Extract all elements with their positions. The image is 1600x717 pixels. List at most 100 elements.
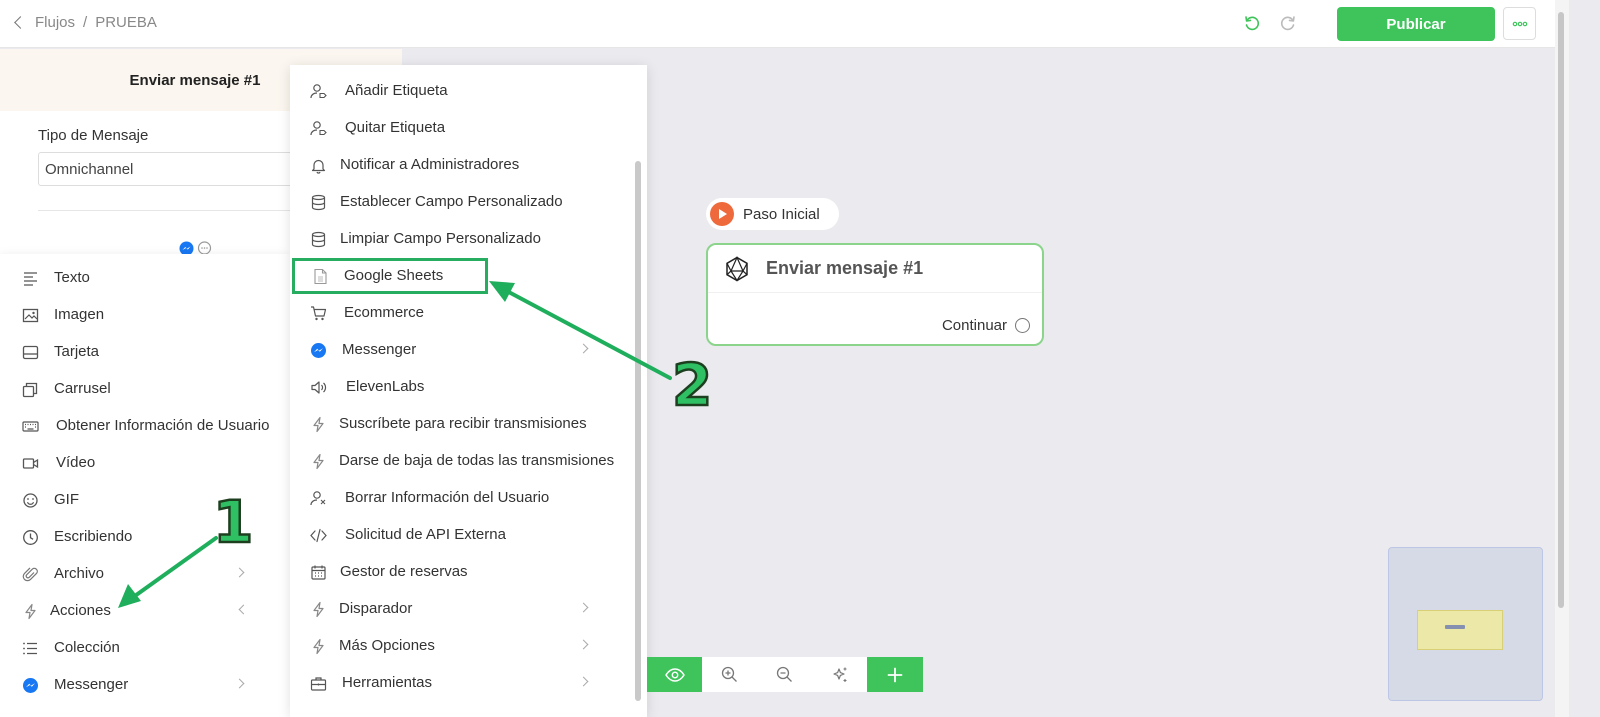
menu-item-coleccion[interactable]: Colección	[0, 630, 290, 666]
user-tag-icon	[310, 84, 327, 99]
toolbox-icon	[310, 677, 327, 691]
zoom-out-icon	[776, 666, 792, 682]
menu-item-label: Escribiendo	[54, 528, 133, 545]
action-disparador[interactable]: Disparador	[290, 591, 630, 627]
publish-button[interactable]: Publicar	[1337, 7, 1495, 41]
action-solicitud-api[interactable]: Solicitud de API Externa	[290, 517, 630, 553]
action-herramientas[interactable]: Herramientas	[290, 665, 630, 701]
menu-item-video[interactable]: Vídeo	[0, 445, 290, 481]
action-gestor-reservas[interactable]: Gestor de reservas	[290, 554, 630, 590]
keyboard-icon	[22, 421, 39, 432]
menu-item-label: Carrusel	[54, 380, 111, 397]
send-message-node[interactable]: Enviar mensaje #1 Continuar	[706, 243, 1044, 346]
menu-item-label: Tarjeta	[54, 343, 100, 360]
action-mas-opciones[interactable]: Más Opciones	[290, 628, 630, 664]
breadcrumb-flows-link[interactable]: Flujos	[35, 14, 75, 31]
menu-item-archivo[interactable]: Archivo	[0, 556, 290, 592]
image-icon	[22, 308, 39, 323]
action-quitar-etiqueta[interactable]: Quitar Etiqueta	[290, 110, 630, 146]
annotation-step-2: 2	[671, 351, 714, 419]
action-label: Limpiar Campo Personalizado	[340, 230, 541, 247]
action-notificar-administradores[interactable]: Notificar a Administradores	[290, 147, 630, 183]
auto-arrange-button[interactable]	[812, 657, 867, 692]
chevron-right-icon	[578, 343, 589, 354]
database-icon	[311, 194, 326, 211]
carousel-icon	[22, 382, 38, 398]
action-darse-de-baja[interactable]: Darse de baja de todas las transmisiones	[290, 443, 630, 479]
user-remove-icon	[310, 491, 326, 506]
zoom-in-button[interactable]	[702, 657, 757, 692]
text-lines-icon	[24, 272, 37, 286]
bell-icon	[311, 159, 326, 174]
action-messenger[interactable]: Messenger	[290, 332, 630, 368]
action-anadir-etiqueta[interactable]: Añadir Etiqueta	[290, 73, 630, 109]
chevron-left-icon[interactable]	[14, 16, 27, 29]
action-label: Borrar Información del Usuario	[345, 489, 550, 506]
start-step-pill[interactable]: Paso Inicial	[706, 198, 839, 230]
code-icon	[310, 528, 327, 543]
page-scrollbar-thumb[interactable]	[1558, 12, 1564, 608]
menu-item-label: Texto	[54, 269, 90, 286]
content-type-menu: Texto Imagen Tarjeta Carrusel Obtener In…	[0, 254, 290, 717]
calendar-icon	[311, 565, 326, 580]
canvas-toolbar	[647, 657, 923, 692]
more-options-button[interactable]	[1503, 7, 1536, 40]
list-icon	[23, 642, 37, 655]
menu-item-label: Colección	[54, 639, 120, 656]
eye-icon	[664, 667, 685, 682]
minimap[interactable]	[1388, 547, 1543, 701]
action-elevenlabs[interactable]: ElevenLabs	[290, 369, 630, 405]
menu-item-label: Imagen	[54, 306, 105, 323]
chevron-right-icon	[578, 639, 589, 650]
action-ecommerce[interactable]: Ecommerce	[290, 295, 630, 331]
action-label: Messenger	[342, 341, 417, 358]
preview-button[interactable]	[647, 657, 702, 692]
page-scrollbar[interactable]	[1555, 0, 1569, 717]
action-suscribete[interactable]: Suscríbete para recibir transmisiones	[290, 406, 630, 442]
action-borrar-informacion[interactable]: Borrar Información del Usuario	[290, 480, 630, 516]
action-label: Quitar Etiqueta	[345, 119, 446, 136]
output-port[interactable]	[1015, 318, 1030, 333]
cart-icon	[311, 306, 327, 321]
menu-item-imagen[interactable]: Imagen	[0, 297, 290, 333]
lightning-icon	[25, 603, 36, 620]
action-establecer-campo[interactable]: Establecer Campo Personalizado	[290, 184, 630, 220]
lightning-icon	[313, 416, 324, 433]
action-label: Herramientas	[342, 674, 433, 691]
menu-item-tarjeta[interactable]: Tarjeta	[0, 334, 290, 370]
action-google-sheets[interactable]: Google Sheets	[292, 258, 488, 294]
top-bar: Flujos / PRUEBA Publicar	[0, 0, 1555, 48]
breadcrumb-separator: /	[83, 14, 88, 31]
user-tag-icon	[310, 121, 327, 136]
zoom-out-button[interactable]	[757, 657, 812, 692]
chevron-right-icon	[578, 676, 589, 687]
message-type-label: Tipo de Mensaje	[38, 127, 149, 144]
continue-label: Continuar	[941, 317, 1007, 334]
menu-item-acciones[interactable]: Acciones	[0, 593, 290, 629]
node-title: Enviar mensaje #1	[766, 258, 924, 278]
menu-item-messenger[interactable]: Messenger	[0, 667, 290, 703]
action-label: Google Sheets	[344, 267, 444, 284]
action-label: Ecommerce	[344, 304, 425, 321]
zoom-in-icon	[721, 666, 737, 682]
messenger-icon	[23, 678, 38, 693]
action-label: Establecer Campo Personalizado	[340, 193, 563, 210]
video-icon	[22, 458, 39, 469]
menu-item-texto[interactable]: Texto	[0, 260, 290, 296]
undo-redo-group	[1242, 13, 1298, 33]
chevron-right-icon	[578, 602, 589, 613]
menu-item-carrusel[interactable]: Carrusel	[0, 371, 290, 407]
action-label: Suscríbete para recibir transmisiones	[339, 415, 587, 432]
menu-item-obtener-informacion[interactable]: Obtener Información de Usuario	[0, 408, 290, 444]
action-label: Gestor de reservas	[340, 563, 468, 580]
undo-icon[interactable]	[1242, 13, 1262, 33]
redo-icon[interactable]	[1278, 13, 1298, 33]
add-node-button[interactable]	[867, 657, 923, 692]
messenger-icon	[311, 343, 326, 358]
plus-icon	[887, 667, 903, 682]
paperclip-icon	[22, 567, 38, 582]
action-label: ElevenLabs	[346, 378, 425, 395]
actions-scrollbar[interactable]	[635, 161, 641, 701]
sparkle-icon	[832, 667, 846, 682]
action-limpiar-campo[interactable]: Limpiar Campo Personalizado	[290, 221, 630, 257]
